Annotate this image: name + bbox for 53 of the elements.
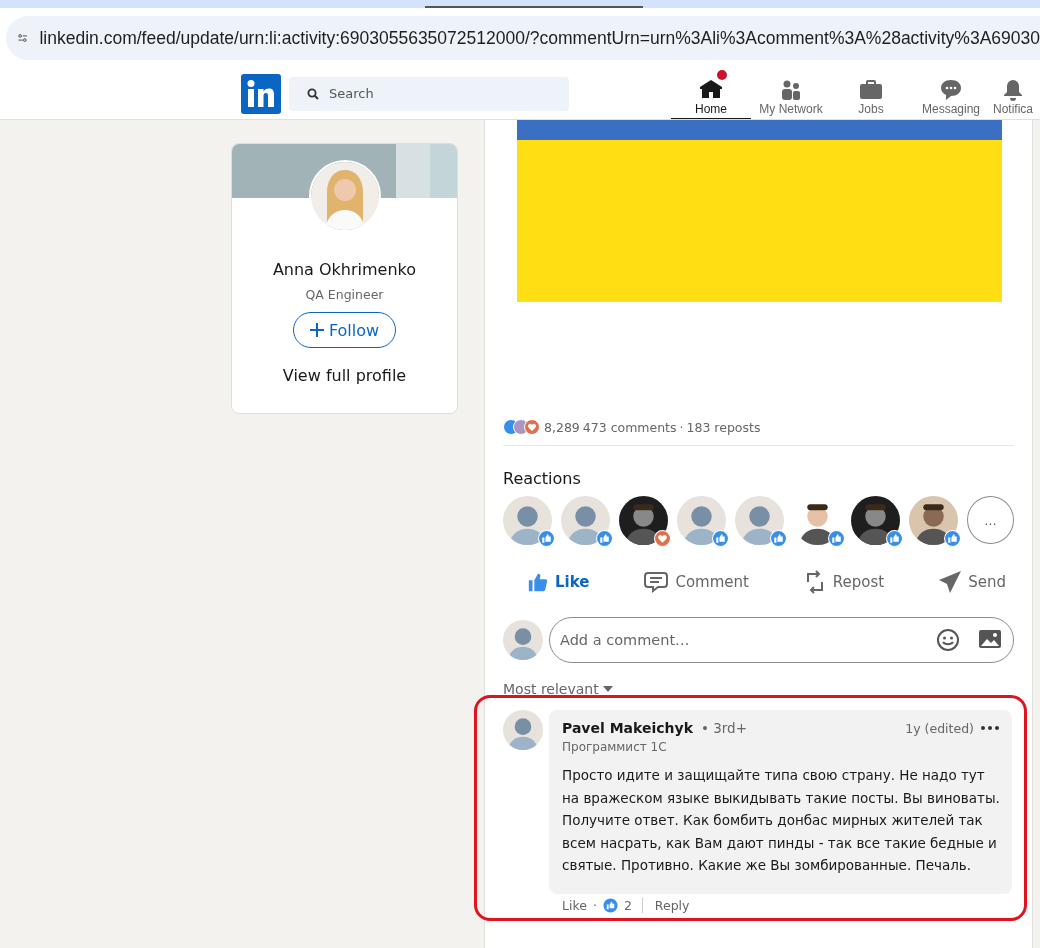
paper-plane-icon [938,570,963,594]
follow-button[interactable]: Follow [292,312,397,348]
address-bar[interactable]: linkedin.com/feed/update/urn:li:activity:6903055635072512000/?commentUrn=urn%3Ali%3Acomment%3A%28activity%3A69030 [6,16,1040,60]
action-button[interactable]: Repost [802,569,885,595]
reaction-icons [503,419,541,435]
avatar-icon [503,710,543,750]
action-button[interactable]: Send [938,569,1006,595]
comment-author[interactable]: Pavel Makeichyk [562,720,693,736]
thumbs-up-icon [527,571,549,593]
search-icon [307,87,319,100]
avatar-icon [503,496,552,545]
comment-text: Просто идите и защищайте типа свою страну. Не надо тут на вражеском языке выкидывать такие посты. Вы виноваты. Получите ответ. Как бомбить донбас мирных жителей так всем насрать, как Вам дают пинды - так все такие бедные и святые. Противно. Какие же Вы зомбированные. Печаль. [562,766,1000,875]
avatar-icon [677,496,726,545]
author-headline: Программист 1С [562,740,668,754]
separator: · [592,898,597,913]
briefcase-icon [859,77,883,102]
action-button[interactable]: Comment [643,569,749,595]
nav-tab[interactable]: Notifica [991,68,1033,119]
profile-headline: QA Engineer [305,287,384,302]
caret-icon [602,686,613,692]
reply-link[interactable]: Reply [641,898,690,913]
nav-tab[interactable]: My Network [751,68,831,119]
thumbs-up-icon [602,898,618,913]
sort-dropdown[interactable]: Most relevant [503,681,613,697]
image-icon[interactable] [978,628,1002,650]
avatar-icon [735,496,784,545]
connection-degree: • 3rd+ [700,720,748,736]
avatar-icon [503,620,543,660]
action-button[interactable]: Like [527,569,590,595]
likes-count: 2 [623,898,632,913]
profile-name: Anna Okhrimenko [272,260,417,279]
comments-count[interactable]: 473 comments [582,419,677,435]
nav-tab[interactable]: Messaging [911,68,991,119]
bell-icon [1001,77,1025,102]
url-text: linkedin.com/feed/update/urn:li:activity:6903055635072512000/?commentUrn=urn%3Ali%3Acomment%3A%28activity%3A69030 [39,27,1040,49]
separator: · [679,419,684,435]
smiley-icon[interactable] [936,628,960,652]
more-reactions-button[interactable]: … [967,496,1014,544]
speech-bubble-icon [643,570,670,594]
search-field[interactable]: Search [289,76,569,111]
view-profile-link[interactable]: View full profile [282,366,407,385]
chat-bubble-icon [939,77,963,102]
avatar-icon [561,496,610,545]
comment-field[interactable]: Add a comment… [549,617,1014,663]
reactions-count[interactable]: 8,289 [544,419,580,435]
logo-icon[interactable] [241,73,281,114]
reposts-count[interactable]: 183 reposts [686,419,761,435]
nav-tab[interactable]: Jobs [831,68,911,119]
plus-icon [309,323,324,337]
section-heading: Reactions [503,469,582,488]
more-options-icon[interactable] [980,725,1000,731]
like-link[interactable]: Like [562,898,587,913]
comment-time: 1y (edited) [905,720,974,736]
